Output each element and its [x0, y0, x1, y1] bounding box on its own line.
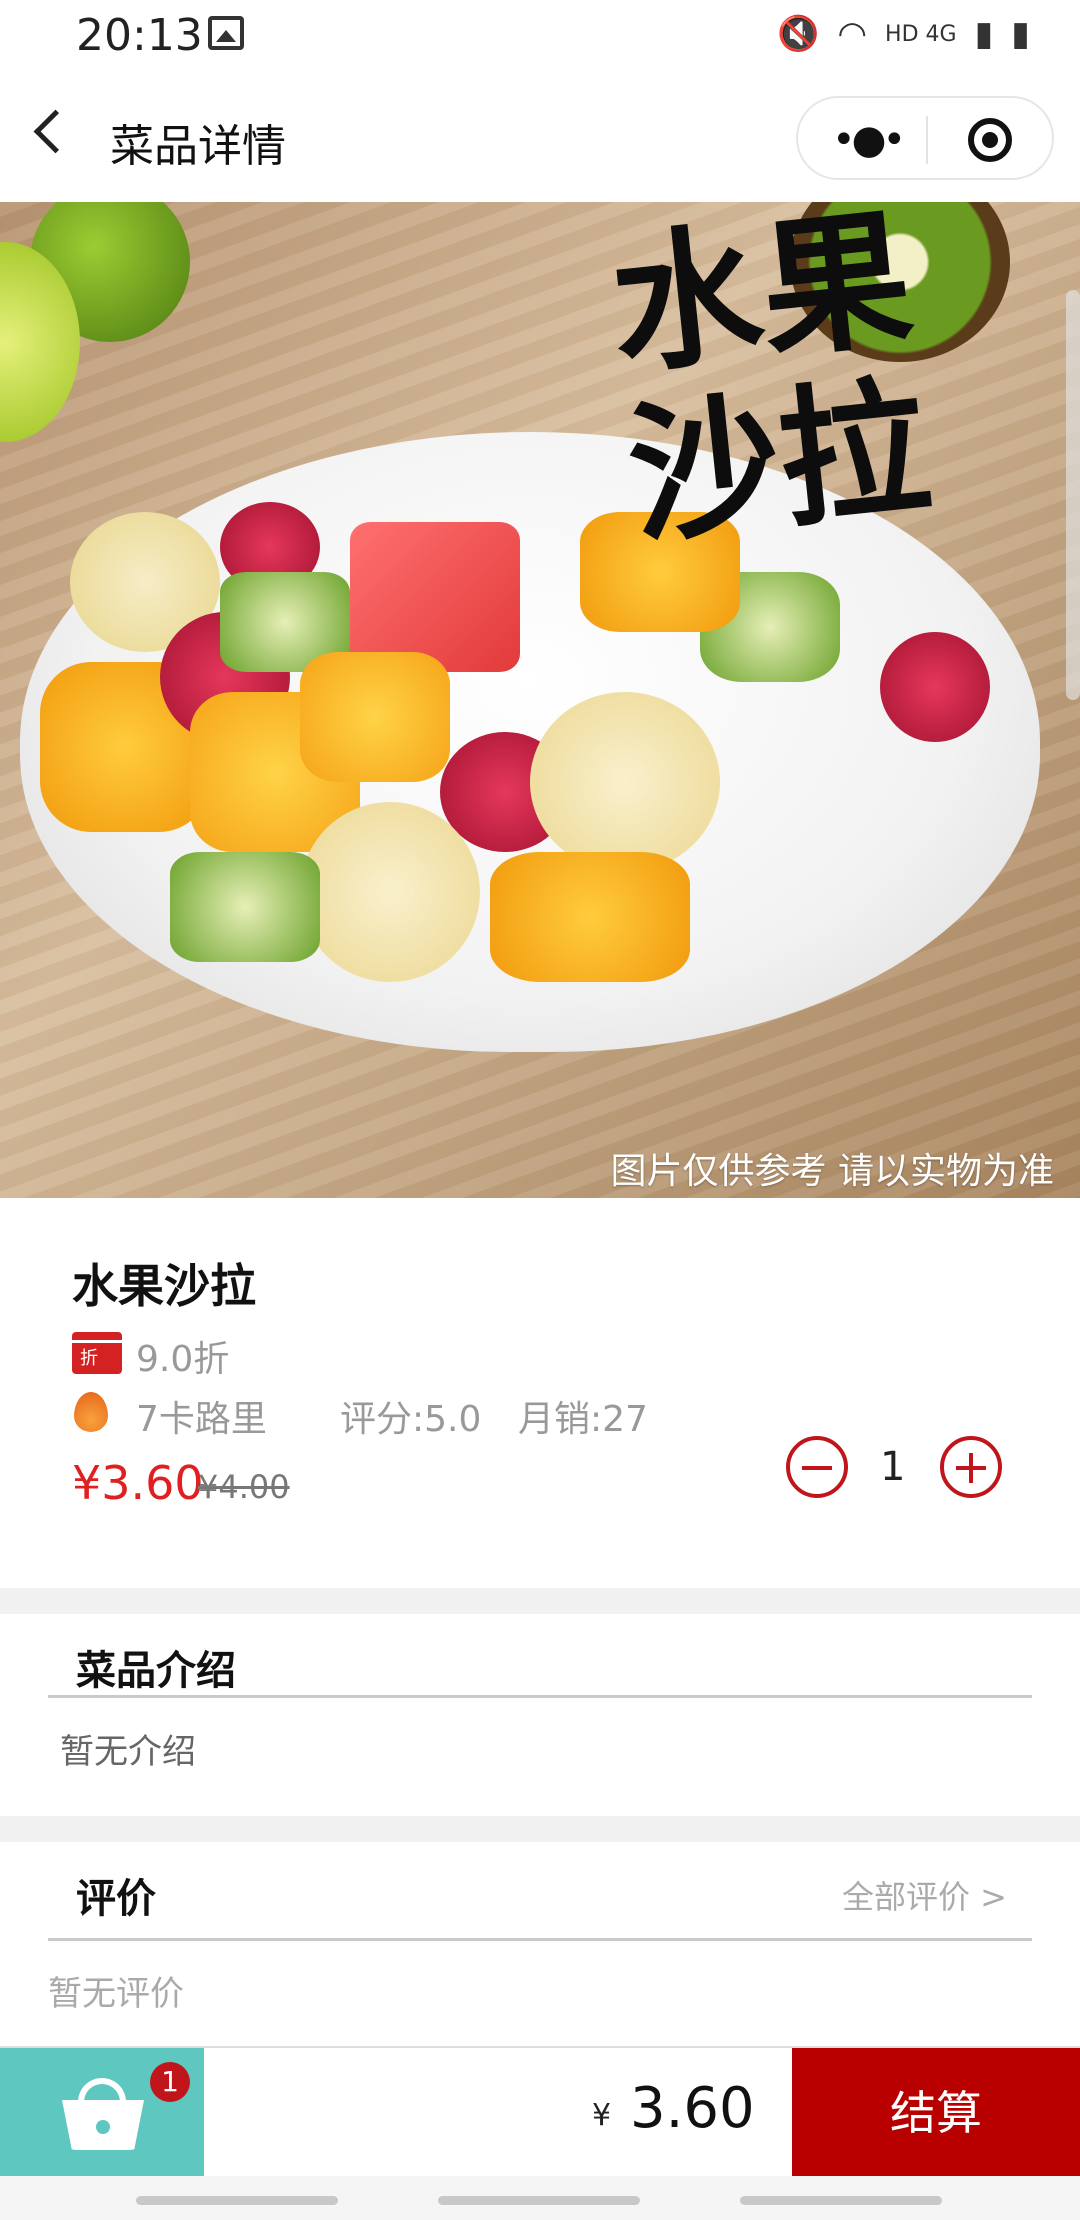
increase-quantity-button[interactable]: [940, 1436, 1002, 1498]
nav-bar: 菜品详情 •●•: [0, 72, 1080, 202]
section-divider: [0, 1588, 1080, 1614]
orange-piece: [300, 652, 450, 782]
cart-count-badge: 1: [150, 2062, 190, 2102]
gesture-handle[interactable]: [136, 2196, 338, 2205]
wifi-icon: ◠: [837, 14, 868, 54]
decrease-quantity-button[interactable]: [786, 1436, 848, 1498]
rating-text: 评分:5.0: [340, 1399, 482, 1440]
signal-icon: ▮: [974, 14, 994, 54]
banana-slice: [300, 802, 480, 982]
capsule-divider: [926, 116, 928, 164]
cart-button[interactable]: 1: [0, 2048, 204, 2178]
all-reviews-link[interactable]: 全部评价 >: [842, 1872, 1007, 1918]
plus-icon-vertical: [969, 1453, 973, 1483]
monthly-sales-text: 月销:27: [518, 1399, 648, 1440]
intro-underline: [48, 1695, 1032, 1698]
currency-symbol: ¥: [592, 2098, 612, 2133]
watermelon-piece: [350, 522, 520, 672]
image-scrollbar[interactable]: [1066, 290, 1080, 700]
checkout-button[interactable]: 结算: [792, 2048, 1080, 2178]
back-icon[interactable]: [33, 109, 78, 154]
system-gesture-bar: [0, 2176, 1080, 2220]
image-disclaimer: 图片仅供参考 请以实物为准: [610, 1151, 1054, 1192]
no-reviews-text: 暂无评价: [48, 1974, 184, 2014]
reviews-underline: [48, 1938, 1032, 1941]
discount-icon: 折: [72, 1332, 122, 1374]
gesture-handle[interactable]: [438, 2196, 640, 2205]
checkout-bar: 1 ¥ 3.60 结算: [0, 2046, 1080, 2178]
minus-icon: [802, 1466, 832, 1470]
kiwi-piece: [170, 852, 320, 962]
banana-slice: [530, 692, 720, 872]
intro-text: 暂无介绍: [60, 1732, 196, 1772]
image-notification-icon: [208, 16, 244, 50]
page-title: 菜品详情: [110, 121, 286, 172]
raspberry: [880, 632, 990, 742]
reviews-section-title: 评价: [76, 1876, 156, 1922]
battery-icon: ▮: [1011, 14, 1030, 54]
status-bar: 20:13 🔇 ◠ HD 4G ▮ ▮: [0, 0, 1080, 72]
network-indicator: HD 4G: [885, 21, 957, 47]
quantity-value: 1: [880, 1444, 906, 1490]
discount-icon-label: 折: [80, 1348, 98, 1369]
section-divider: [0, 1816, 1080, 1842]
cart-total: 3.60: [630, 2076, 755, 2141]
original-price: ¥4.00: [198, 1468, 290, 1506]
mute-icon: 🔇: [777, 14, 820, 54]
fire-icon: [74, 1392, 108, 1432]
status-time: 20:13: [76, 10, 203, 61]
discount-text: 9.0折: [136, 1339, 230, 1380]
calligraphy-title: 水果沙拉: [603, 202, 938, 565]
intro-section-title: 菜品介绍: [76, 1648, 236, 1694]
close-target-icon[interactable]: [968, 118, 1012, 162]
miniprogram-capsule: •●•: [796, 96, 1054, 180]
current-price: ¥3.60: [72, 1456, 204, 1510]
more-icon[interactable]: •●•: [832, 120, 906, 160]
dish-image: 水果沙拉 图片仅供参考 请以实物为准: [0, 202, 1080, 1198]
dish-name: 水果沙拉: [72, 1259, 256, 1313]
status-indicators: 🔇 ◠ HD 4G ▮ ▮: [777, 14, 1030, 54]
basket-dot: [96, 2120, 110, 2134]
gesture-handle[interactable]: [740, 2196, 942, 2205]
orange-piece: [490, 852, 690, 982]
calories-text: 7卡路里: [136, 1399, 267, 1440]
